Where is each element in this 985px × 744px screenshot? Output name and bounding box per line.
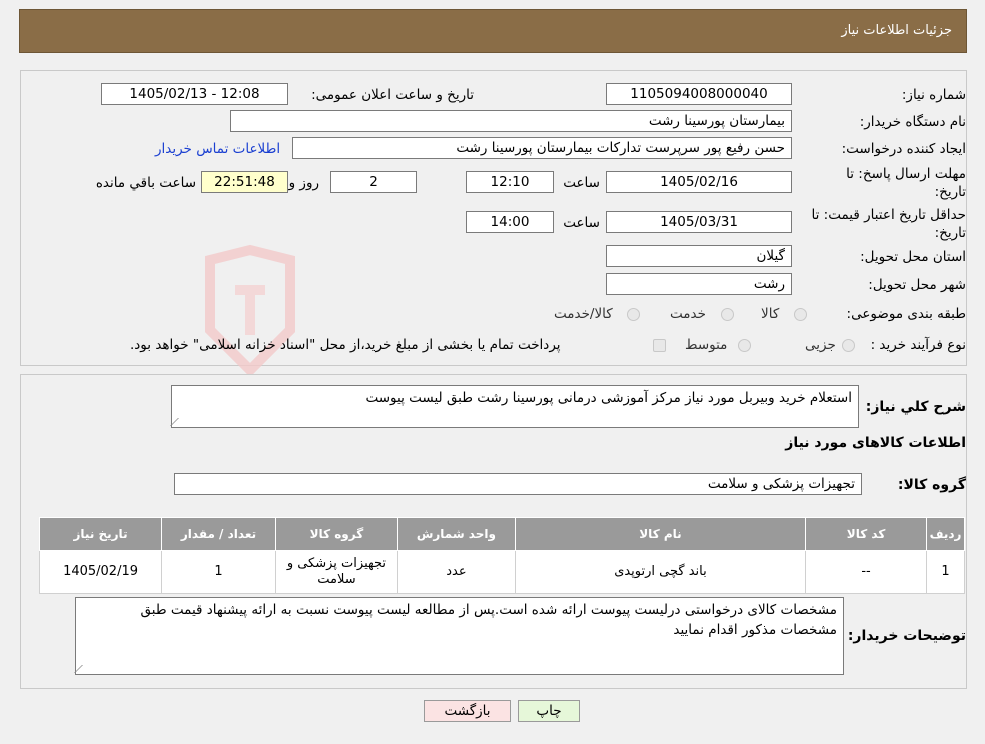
general-desc-label: شرح کلي نياز: <box>865 399 966 415</box>
city-field: رشت <box>606 273 792 295</box>
buyer-contact-link[interactable]: اطلاعات تماس خریدار <box>155 141 280 157</box>
buyer-org-label: نام دستگاه خریدار: <box>859 114 966 130</box>
buyer-notes-field: مشخصات کالای درخواستی درلیست پیوست ارائه… <box>74 597 844 675</box>
category-service-label: خدمت <box>670 306 706 322</box>
validity-label: حداقل تاریخ اعتبار قیمت: تا <box>811 207 966 223</box>
table-row: 1 -- باند گچی ارتوپدی عدد تجهیزات پزشکی … <box>38 550 965 594</box>
category-goods-radio[interactable] <box>794 308 807 321</box>
days-label: روز و <box>288 175 319 191</box>
process-treasury-checkbox[interactable] <box>653 339 666 352</box>
category-goods-service-label: کالا/خدمت <box>554 306 613 322</box>
validity-date-field: 1405/03/31 <box>606 211 792 233</box>
cell-group: تجهیزات پزشکی و سلامت <box>274 550 398 594</box>
page-title: جزئیات اطلاعات نیاز <box>841 23 952 38</box>
remaining-label: ساعت باقي مانده <box>95 175 196 191</box>
resize-grip-icon[interactable] <box>74 665 91 673</box>
buyer-org-field: بیمارستان پورسینا رشت <box>230 110 792 132</box>
cell-name: باند گچی ارتوپدی <box>514 550 807 594</box>
cell-unit: عدد <box>396 550 516 594</box>
col-date: تاریخ نیاز <box>38 517 163 551</box>
deadline-label-date: تاریخ: <box>934 184 966 200</box>
general-desc-field: استعلام خرید وبیربل مورد نیاز مرکز آموزش… <box>170 385 859 428</box>
province-field: گیلان <box>606 245 792 267</box>
process-partial-label: جزیی <box>805 337 836 353</box>
need-number-field: 1105094008000040 <box>606 83 792 105</box>
validity-time-label: ساعت <box>563 215 600 231</box>
announce-field: 1405/02/13 - 12:08 <box>101 83 288 105</box>
days-field: 2 <box>330 171 417 193</box>
items-title: اطلاعات کالاهای مورد نیاز <box>785 435 966 451</box>
deadline-date-field: 1405/02/16 <box>606 171 792 193</box>
cell-row: 1 <box>926 550 965 594</box>
page-header: جزئیات اطلاعات نیاز <box>19 9 967 53</box>
validity-time-field: 14:00 <box>466 211 554 233</box>
city-label: شهر محل تحویل: <box>868 277 966 293</box>
process-medium-radio[interactable] <box>738 339 751 352</box>
creator-field: حسن رفیع پور سرپرست تدارکات بیمارستان پو… <box>292 137 792 159</box>
process-treasury-note: پرداخت تمام یا بخشی از مبلغ خرید،از محل … <box>130 337 561 353</box>
table-header-row: ردیف کد کالا نام کالا واحد شمارش گروه کا… <box>38 517 965 551</box>
goods-group-field: تجهیزات پزشکی و سلامت <box>174 473 862 495</box>
col-unit: واحد شمارش <box>396 517 516 551</box>
deadline-time-field: 12:10 <box>466 171 554 193</box>
process-label: نوع فرآیند خرید : <box>870 337 966 353</box>
creator-label: ایجاد کننده درخواست: <box>841 141 966 157</box>
col-qty: تعداد / مقدار <box>161 517 276 551</box>
validity-label-date: تاریخ: <box>934 225 966 241</box>
cell-date: 1405/02/19 <box>38 550 163 594</box>
deadline-label: مهلت ارسال پاسخ: تا <box>846 166 966 182</box>
resize-grip-icon[interactable] <box>170 418 187 426</box>
cell-qty: 1 <box>161 550 276 594</box>
items-table: ردیف کد کالا نام کالا واحد شمارش گروه کا… <box>38 517 965 594</box>
goods-group-label: گروه کالا: <box>897 477 966 493</box>
buyer-notes-text: مشخصات کالای درخواستی درلیست پیوست ارائه… <box>140 602 837 638</box>
category-goods-service-radio[interactable] <box>627 308 640 321</box>
col-group: گروه کالا <box>274 517 398 551</box>
announce-label: تاریخ و ساعت اعلان عمومی: <box>311 87 474 103</box>
category-goods-label: کالا <box>761 306 780 322</box>
cell-code: -- <box>805 550 928 594</box>
col-name: نام کالا <box>514 517 807 551</box>
category-service-radio[interactable] <box>721 308 734 321</box>
process-partial-radio[interactable] <box>842 339 855 352</box>
buyer-notes-label: توضیحات خریدار: <box>847 628 966 644</box>
print-button[interactable]: چاپ <box>518 700 580 722</box>
need-number-label: شماره نیاز: <box>901 87 966 103</box>
process-medium-label: متوسط <box>685 337 728 353</box>
remaining-time-field: 22:51:48 <box>201 171 288 193</box>
deadline-time-label: ساعت <box>563 175 600 191</box>
category-label: طبقه بندی موضوعی: <box>846 306 966 322</box>
province-label: استان محل تحویل: <box>860 249 966 265</box>
col-row: ردیف <box>926 517 965 551</box>
back-button[interactable]: بازگشت <box>424 700 511 722</box>
col-code: کد کالا <box>805 517 928 551</box>
general-desc-text: استعلام خرید وبیربل مورد نیاز مرکز آموزش… <box>365 390 852 406</box>
